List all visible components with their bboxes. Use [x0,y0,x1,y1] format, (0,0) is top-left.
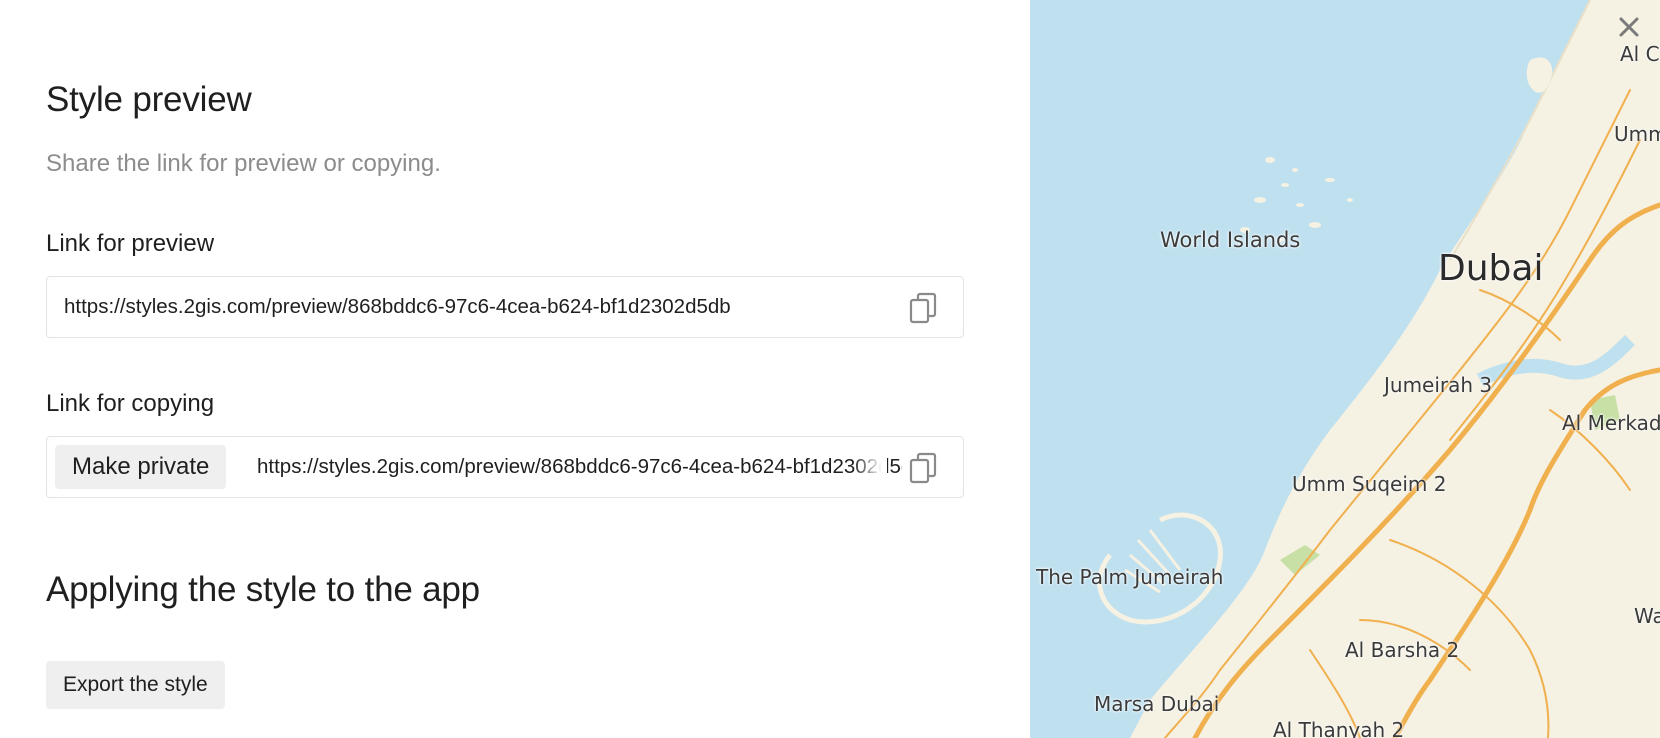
style-preview-panel: Style preview Share the link for preview… [0,0,1030,738]
map-label-umm-suqeim2: Umm Suqeim 2 [1292,472,1447,496]
map-label-al-thanyah2: Al Thanyah 2 [1273,718,1405,738]
make-private-button[interactable]: Make private [55,445,227,489]
map-canvas [1030,0,1660,738]
apply-section-title: Applying the style to the app [46,570,480,609]
copy-preview-link-icon[interactable] [905,290,941,326]
map-label-palm: The Palm Jumeirah [1036,565,1224,589]
map-label-jumeirah3: Jumeirah 3 [1384,373,1493,397]
preview-link-label: Link for preview [46,230,215,257]
close-icon[interactable] [1614,12,1644,42]
export-style-button[interactable]: Export the style [46,661,225,709]
map-label-al-merkad: Al Merkad [1562,411,1660,435]
map-label-umm: Umm [1614,122,1660,146]
map-label-al-c: Al C [1620,42,1660,66]
page-title: Style preview [46,80,252,119]
url-fade [853,441,887,493]
copy-copying-link-icon[interactable] [905,450,941,486]
map-label-al-barsha2: Al Barsha 2 [1345,638,1460,662]
copying-link-url: https://styles.2gis.com/preview/868bddc6… [257,455,902,478]
preview-link-url: https://styles.2gis.com/preview/868bddc6… [64,295,731,318]
map-preview[interactable]: World Islands Dubai Jumeirah 3 Umm Suqei… [1030,0,1660,738]
preview-link-field[interactable]: https://styles.2gis.com/preview/868bddc6… [46,276,964,338]
page-subtitle: Share the link for preview or copying. [46,150,441,177]
copying-link-field[interactable]: Make private https://styles.2gis.com/pre… [46,436,964,498]
map-label-dubai: Dubai [1438,248,1544,289]
copying-link-label: Link for copying [46,390,215,417]
map-label-marsa: Marsa Dubai [1094,692,1220,716]
map-label-wad: Wad [1634,604,1660,628]
map-label-world-islands: World Islands [1160,228,1301,252]
